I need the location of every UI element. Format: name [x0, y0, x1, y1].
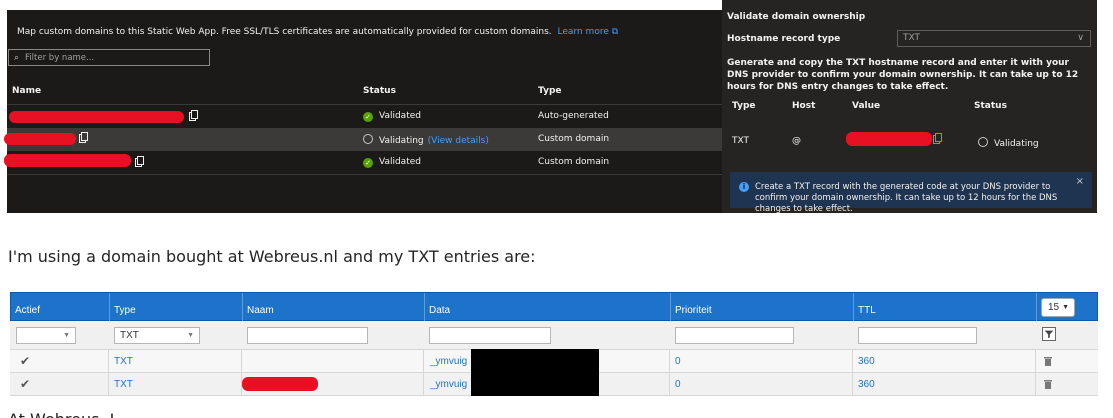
info-banner: i Create a TXT record with the generated…: [730, 172, 1092, 214]
table-row[interactable]: ✔ TXT _ymvuig 0 360: [10, 349, 1098, 373]
search-icon: ⌕: [14, 52, 20, 63]
naam-filter-input[interactable]: [247, 327, 368, 344]
learn-more-link[interactable]: Learn more ⧉: [558, 27, 619, 37]
record-type-dropdown[interactable]: TXT ∨: [897, 30, 1091, 47]
instructions-text: Generate and copy the TXT hostname recor…: [727, 58, 1079, 92]
question-text: I'm using a domain bought at Webreus.nl …: [8, 247, 536, 266]
column-header-status[interactable]: Status: [363, 86, 396, 96]
ttl-filter-input[interactable]: [858, 327, 977, 344]
checkmark-icon: ✓: [363, 158, 373, 168]
priority-cell[interactable]: 0: [675, 350, 681, 373]
copy-icon[interactable]: [933, 133, 942, 144]
data-filter-input[interactable]: [429, 327, 551, 344]
custom-domains-description: Map custom domains to this Static Web Ap…: [17, 27, 619, 37]
domain-row[interactable]: ✓ Validated Auto-generated: [7, 105, 722, 128]
domain-row[interactable]: Validating (View details) Custom domain: [4, 128, 722, 151]
column-header-data[interactable]: Data: [424, 293, 670, 322]
checkmark-icon: ✓: [363, 112, 373, 122]
redacted-domain-name: [4, 154, 131, 167]
column-header-name[interactable]: Name: [12, 86, 41, 96]
redacted-record-value: [846, 132, 932, 146]
chevron-down-icon: ∨: [1077, 33, 1084, 43]
pending-circle-icon: [978, 137, 988, 147]
copy-icon[interactable]: [79, 132, 88, 143]
trash-icon[interactable]: [1044, 379, 1052, 389]
data-cell[interactable]: _ymvuig: [430, 350, 467, 373]
status-cell: ✓ Validated: [363, 111, 421, 122]
redacted-data: [471, 349, 599, 373]
data-cell[interactable]: _ymvuig: [430, 373, 467, 396]
trash-icon[interactable]: [1044, 356, 1052, 366]
panel-title: Validate domain ownership: [727, 12, 866, 22]
dns-records-table: Actief Type Naam Data Prioriteit TTL 15 ▼…: [10, 292, 1098, 400]
copy-icon[interactable]: [189, 110, 198, 121]
external-link-icon: ⧉: [611, 27, 619, 37]
copy-icon[interactable]: [135, 156, 144, 167]
type-cell: Custom domain: [538, 134, 610, 144]
custom-domains-panel: Map custom domains to this Static Web Ap…: [4, 10, 722, 213]
pending-circle-icon: [363, 134, 373, 144]
continuation-text: At Webreus, I: [8, 410, 114, 418]
validate-domain-panel: Validate domain ownership Hostname recor…: [722, 0, 1097, 214]
column-header-type[interactable]: Type: [109, 293, 242, 322]
ttl-cell[interactable]: 360: [858, 350, 875, 373]
record-host-cell: @: [792, 136, 801, 146]
column-header-ttl[interactable]: TTL: [853, 293, 1036, 322]
redacted-domain-name: [4, 133, 76, 145]
info-icon: i: [739, 182, 749, 192]
record-type-label: Hostname record type: [727, 34, 841, 44]
type-cell: Custom domain: [538, 157, 610, 167]
type-cell[interactable]: TXT: [114, 373, 133, 396]
actief-filter-select[interactable]: ▼: [16, 327, 76, 344]
redacted-domain-name: [9, 111, 184, 123]
record-status-cell: Validating: [978, 137, 1039, 149]
type-cell[interactable]: TXT: [114, 350, 133, 373]
prioriteit-filter-input[interactable]: [675, 327, 794, 344]
column-header-naam[interactable]: Naam: [242, 293, 424, 322]
chevron-down-icon: ▼: [1062, 304, 1069, 311]
type-cell: Auto-generated: [538, 111, 609, 121]
column-header-prioriteit[interactable]: Prioriteit: [670, 293, 853, 322]
redacted-name: [242, 377, 318, 391]
column-header-type[interactable]: Type: [538, 86, 561, 96]
status-cell: ✓ Validated: [363, 157, 421, 168]
column-header-actief[interactable]: Actief: [11, 293, 109, 322]
redacted-data: [471, 372, 599, 396]
chevron-down-icon: ▼: [187, 332, 194, 339]
domain-row[interactable]: ✓ Validated Custom domain: [4, 151, 722, 174]
close-icon[interactable]: ×: [1076, 176, 1084, 187]
column-header-host: Host: [792, 101, 816, 111]
view-details-link[interactable]: (View details): [428, 136, 489, 146]
chevron-down-icon: ▼: [63, 332, 70, 339]
filter-funnel-icon[interactable]: [1042, 327, 1056, 341]
checkmark-icon: ✔: [20, 354, 31, 368]
checkmark-icon: ✔: [20, 377, 31, 391]
filter-box[interactable]: ⌕: [8, 49, 210, 66]
page-size-select[interactable]: 15 ▼: [1041, 298, 1075, 317]
column-header-value: Value: [852, 101, 881, 111]
column-header-type: Type: [732, 101, 756, 111]
info-text: Create a TXT record with the generated c…: [755, 182, 1058, 214]
type-filter-select[interactable]: TXT ▼: [114, 327, 200, 344]
priority-cell[interactable]: 0: [675, 373, 681, 396]
status-cell: Validating (View details): [363, 134, 489, 146]
ttl-cell[interactable]: 360: [858, 373, 875, 396]
table-header: Actief Type Naam Data Prioriteit TTL 15 ▼: [10, 292, 1098, 322]
column-header-status: Status: [974, 101, 1007, 111]
record-type-cell: TXT: [732, 136, 750, 146]
table-row[interactable]: ✔ TXT _ymvuig 0 360: [10, 372, 1098, 396]
filter-by-name-input[interactable]: [25, 52, 209, 63]
filter-row: ▼ TXT ▼: [10, 321, 1098, 350]
